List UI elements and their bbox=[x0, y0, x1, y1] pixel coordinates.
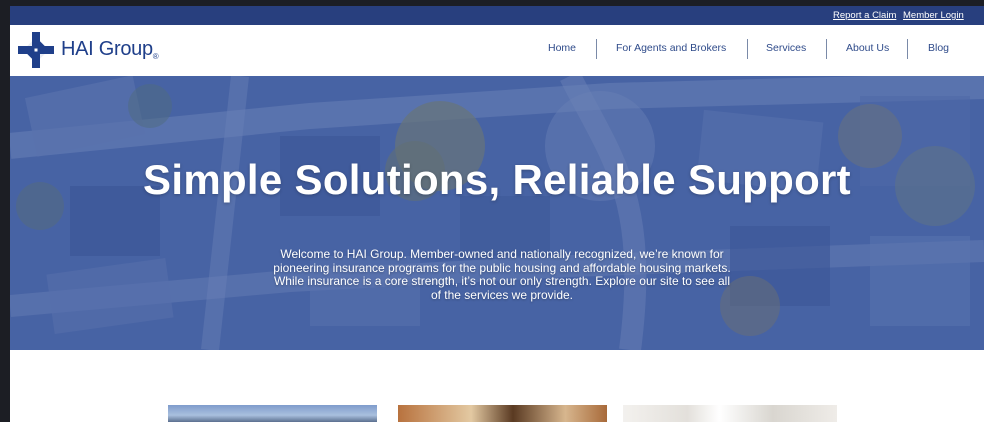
website-page: Report a Claim Member Login HAI Group® H… bbox=[10, 6, 984, 422]
hero-banner: Simple Solutions, Reliable Support Welco… bbox=[10, 76, 984, 350]
hero-description: Welcome to HAI Group. Member-owned and n… bbox=[273, 247, 731, 302]
hai-cross-logo-icon[interactable] bbox=[16, 30, 56, 70]
member-login-link[interactable]: Member Login bbox=[903, 10, 964, 21]
nav-divider bbox=[747, 39, 748, 59]
nav-divider bbox=[907, 39, 908, 59]
main-navigation: HAI Group® Home For Agents and Brokers S… bbox=[10, 25, 984, 76]
nav-divider bbox=[596, 39, 597, 59]
card-image-office[interactable] bbox=[623, 405, 837, 422]
brand-name-text: HAI Group bbox=[61, 38, 153, 60]
services-cards-section bbox=[10, 350, 984, 422]
hero-title: Simple Solutions, Reliable Support bbox=[143, 156, 851, 203]
card-image-desk[interactable] bbox=[398, 405, 607, 422]
nav-agents-brokers[interactable]: For Agents and Brokers bbox=[616, 42, 726, 54]
nav-divider bbox=[826, 39, 827, 59]
nav-home[interactable]: Home bbox=[548, 42, 576, 54]
nav-services[interactable]: Services bbox=[766, 42, 806, 54]
card-image-city[interactable] bbox=[168, 405, 377, 422]
hero-aerial-neighborhood-image bbox=[10, 76, 984, 350]
report-claim-link[interactable]: Report a Claim bbox=[833, 10, 896, 21]
utility-bar: Report a Claim Member Login bbox=[10, 6, 984, 25]
brand-name[interactable]: HAI Group® bbox=[61, 38, 159, 61]
nav-blog[interactable]: Blog bbox=[928, 42, 949, 54]
nav-about-us[interactable]: About Us bbox=[846, 42, 889, 54]
registered-mark: ® bbox=[152, 52, 159, 61]
